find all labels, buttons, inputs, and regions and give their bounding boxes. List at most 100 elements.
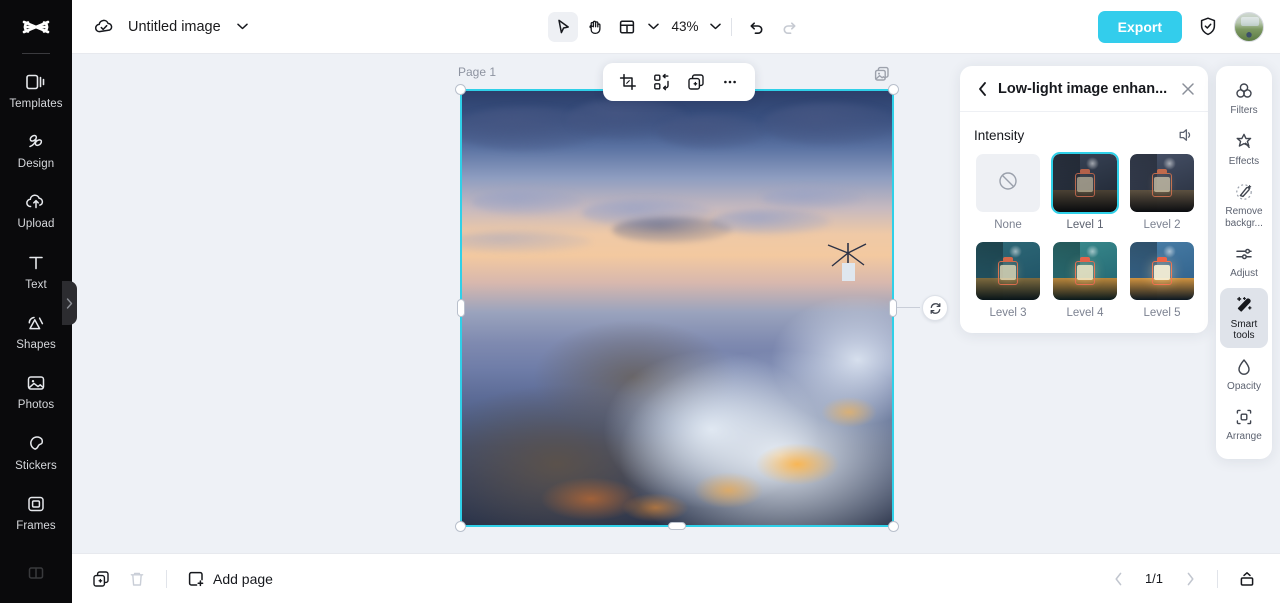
intensity-option-level-2[interactable]: Level 2	[1128, 152, 1196, 231]
rotate-icon	[930, 302, 940, 314]
intensity-option-level-3[interactable]: Level 3	[974, 240, 1042, 319]
adjust-icon	[1234, 244, 1254, 264]
resize-handle-bottom-left[interactable]	[455, 521, 466, 532]
duplicate-icon	[688, 74, 704, 90]
add-page-button[interactable]: Add page	[181, 570, 279, 588]
top-toolbar: Untitled image 43% Export	[72, 0, 1280, 54]
tool-effects[interactable]: Effects	[1220, 125, 1268, 174]
intensity-option-level-1[interactable]: Level 1	[1051, 152, 1119, 231]
no-effect-icon	[997, 170, 1019, 197]
sidebar-item-design[interactable]: Design	[0, 120, 72, 180]
prev-page-button[interactable]	[1105, 566, 1131, 592]
tool-arrange[interactable]: Arrange	[1220, 400, 1268, 449]
compare-icon[interactable]	[1176, 126, 1194, 144]
resize-handle-top-right[interactable]	[888, 84, 899, 95]
duplicate-page-button[interactable]	[86, 564, 116, 594]
intensity-option-level-5[interactable]: Level 5	[1128, 240, 1196, 319]
page-actions: Add page	[72, 564, 279, 594]
opacity-icon	[1234, 357, 1254, 377]
sidebar-item-upload[interactable]: Upload	[0, 181, 72, 241]
tool-adjust[interactable]: Adjust	[1220, 237, 1268, 286]
layout-chevron-down-icon[interactable]	[648, 23, 660, 30]
lantern-preview	[1130, 242, 1194, 300]
resize-handle-left[interactable]	[457, 299, 465, 317]
resize-handle-right[interactable]	[889, 299, 897, 317]
intensity-section-header: Intensity	[960, 112, 1208, 152]
panel-close-button[interactable]	[1180, 81, 1196, 97]
smart-tools-panel: Low-light image enhan... Intensity None L…	[960, 66, 1208, 333]
image-tools-rail: Filters Effects Remove backgr... Adjust Smar…	[1216, 66, 1272, 459]
next-page-button[interactable]	[1177, 566, 1203, 592]
crop-button[interactable]	[613, 67, 643, 97]
windmill-silhouette	[824, 239, 870, 289]
sidebar-item-label: Stickers	[15, 459, 57, 472]
shield-check-icon[interactable]	[1195, 14, 1221, 40]
tool-label: Adjust	[1230, 268, 1258, 279]
cloud-saved-icon[interactable]	[92, 15, 116, 39]
redo-button[interactable]	[774, 12, 804, 42]
duplicate-button[interactable]	[681, 67, 711, 97]
rotate-handle[interactable]	[922, 295, 948, 321]
intensity-option-none[interactable]: None	[974, 152, 1042, 231]
intensity-thumbnail	[1128, 152, 1196, 214]
duplicate-page-icon[interactable]	[872, 64, 892, 84]
intensity-thumbnail	[1051, 152, 1119, 214]
sidebar-item-label: Text	[25, 278, 47, 291]
sidebar-item-photos[interactable]: Photos	[0, 362, 72, 422]
cursor-arrow-icon	[558, 19, 570, 33]
rotate-connector	[894, 307, 920, 309]
undo-button[interactable]	[742, 12, 772, 42]
hand-tool-button[interactable]	[580, 12, 610, 42]
page-label: Page 1	[458, 65, 497, 79]
document-title[interactable]: Untitled image	[128, 19, 221, 35]
resize-handle-top-left[interactable]	[455, 84, 466, 95]
toolbar-divider	[730, 17, 732, 36]
canvas-workspace[interactable]: Page 1 Low-light image enhan... Intensit…	[72, 54, 1280, 553]
duplicate-page-icon	[93, 570, 109, 587]
zoom-level-value[interactable]: 43%	[661, 19, 703, 34]
more-panels-icon	[25, 562, 47, 584]
panel-back-button[interactable]	[974, 81, 990, 97]
stickers-icon	[25, 433, 47, 455]
lantern-preview	[1130, 154, 1194, 212]
sidebar-item-label: Upload	[17, 218, 55, 231]
tool-label: Remove backgr...	[1225, 206, 1263, 229]
document-title-group: Untitled image	[72, 15, 248, 39]
tool-remove-backgr[interactable]: Remove backgr...	[1220, 175, 1268, 235]
export-button[interactable]: Export	[1097, 10, 1182, 43]
text-icon	[25, 252, 47, 274]
sidebar-item-frames[interactable]: Frames	[0, 482, 72, 542]
sidebar-item-label: Frames	[16, 519, 56, 532]
layout-tool-button[interactable]	[612, 12, 642, 42]
sidebar-item-stickers[interactable]: Stickers	[0, 422, 72, 482]
pages-panel-button[interactable]	[1232, 564, 1262, 594]
chevron-left-icon	[1114, 572, 1121, 585]
tool-opacity[interactable]: Opacity	[1220, 350, 1268, 399]
tool-smart-tools[interactable]: Smart tools	[1220, 287, 1268, 348]
resize-handle-bottom[interactable]	[668, 522, 686, 530]
zoom-chevron-down-icon[interactable]	[709, 23, 721, 30]
selected-image-frame[interactable]	[455, 84, 948, 532]
thumbnail-inner	[1130, 242, 1194, 300]
intensity-label: Intensity	[974, 127, 1025, 143]
select-tool-button[interactable]	[548, 11, 579, 42]
more-options-button[interactable]	[715, 67, 745, 97]
capcut-logo[interactable]	[0, 10, 72, 50]
templates-icon	[25, 71, 47, 93]
design-icon	[25, 131, 47, 153]
split-objects-button[interactable]	[647, 67, 677, 97]
intensity-option-level-4[interactable]: Level 4	[1051, 240, 1119, 319]
avatar[interactable]	[1234, 11, 1264, 42]
resize-handle-bottom-right[interactable]	[888, 521, 899, 532]
panel-header: Low-light image enhan...	[960, 66, 1208, 112]
delete-page-button[interactable]	[122, 564, 152, 594]
tool-filters[interactable]: Filters	[1220, 74, 1268, 123]
sidebar-item-more[interactable]	[0, 543, 72, 603]
sidebar-collapse-button[interactable]	[62, 281, 77, 325]
chevron-right-icon	[66, 297, 73, 309]
chevron-down-icon[interactable]	[236, 23, 248, 30]
intensity-thumbnail	[974, 152, 1042, 214]
sidebar-item-templates[interactable]: Templates	[0, 60, 72, 120]
canvas-image-santorini-sunset[interactable]	[462, 91, 892, 525]
arrange-icon	[1234, 407, 1254, 427]
